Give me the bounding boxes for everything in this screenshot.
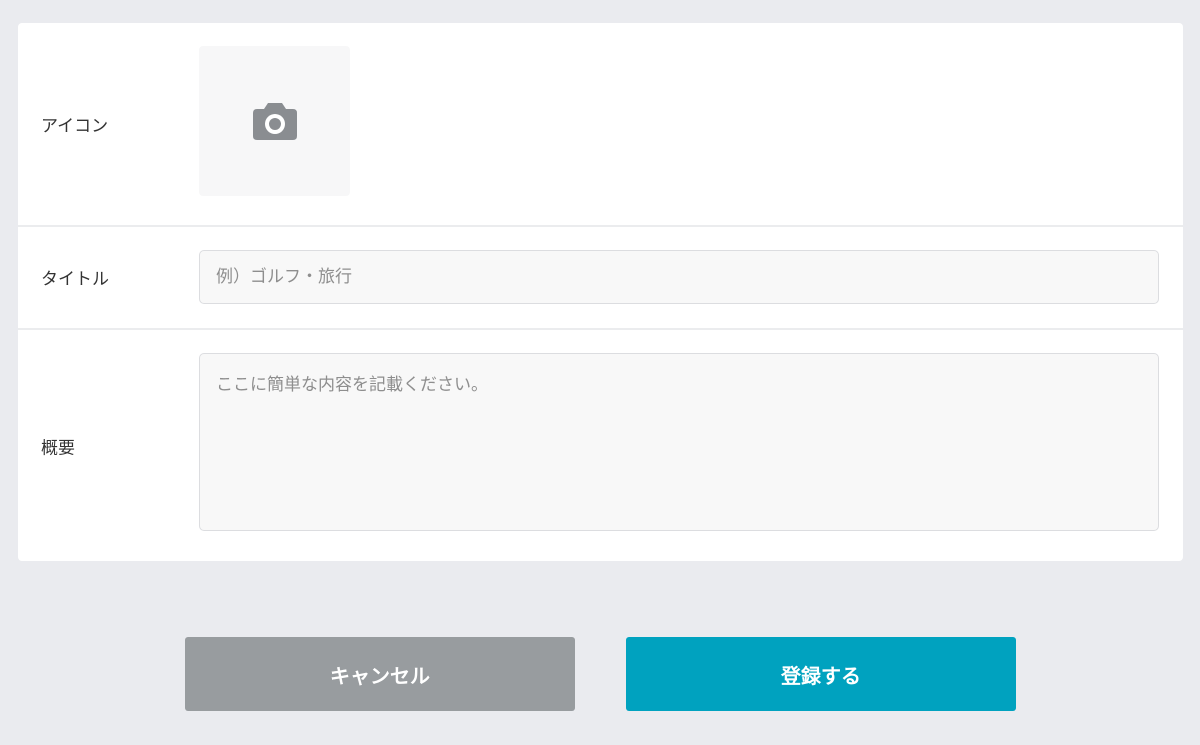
summary-textarea[interactable] [199, 353, 1159, 531]
submit-button[interactable]: 登録する [626, 637, 1016, 711]
summary-row: 概要 [18, 330, 1183, 561]
cancel-button[interactable]: キャンセル [185, 637, 575, 711]
camera-icon [252, 103, 297, 140]
icon-row: アイコン [18, 23, 1183, 226]
summary-label: 概要 [41, 438, 75, 459]
title-row: タイトル [18, 227, 1183, 329]
form-card: アイコン タイトル 概要 [18, 23, 1183, 561]
icon-upload-button[interactable] [199, 46, 350, 196]
title-label: タイトル [41, 269, 109, 290]
icon-label: アイコン [41, 116, 109, 137]
title-input[interactable] [199, 250, 1159, 304]
